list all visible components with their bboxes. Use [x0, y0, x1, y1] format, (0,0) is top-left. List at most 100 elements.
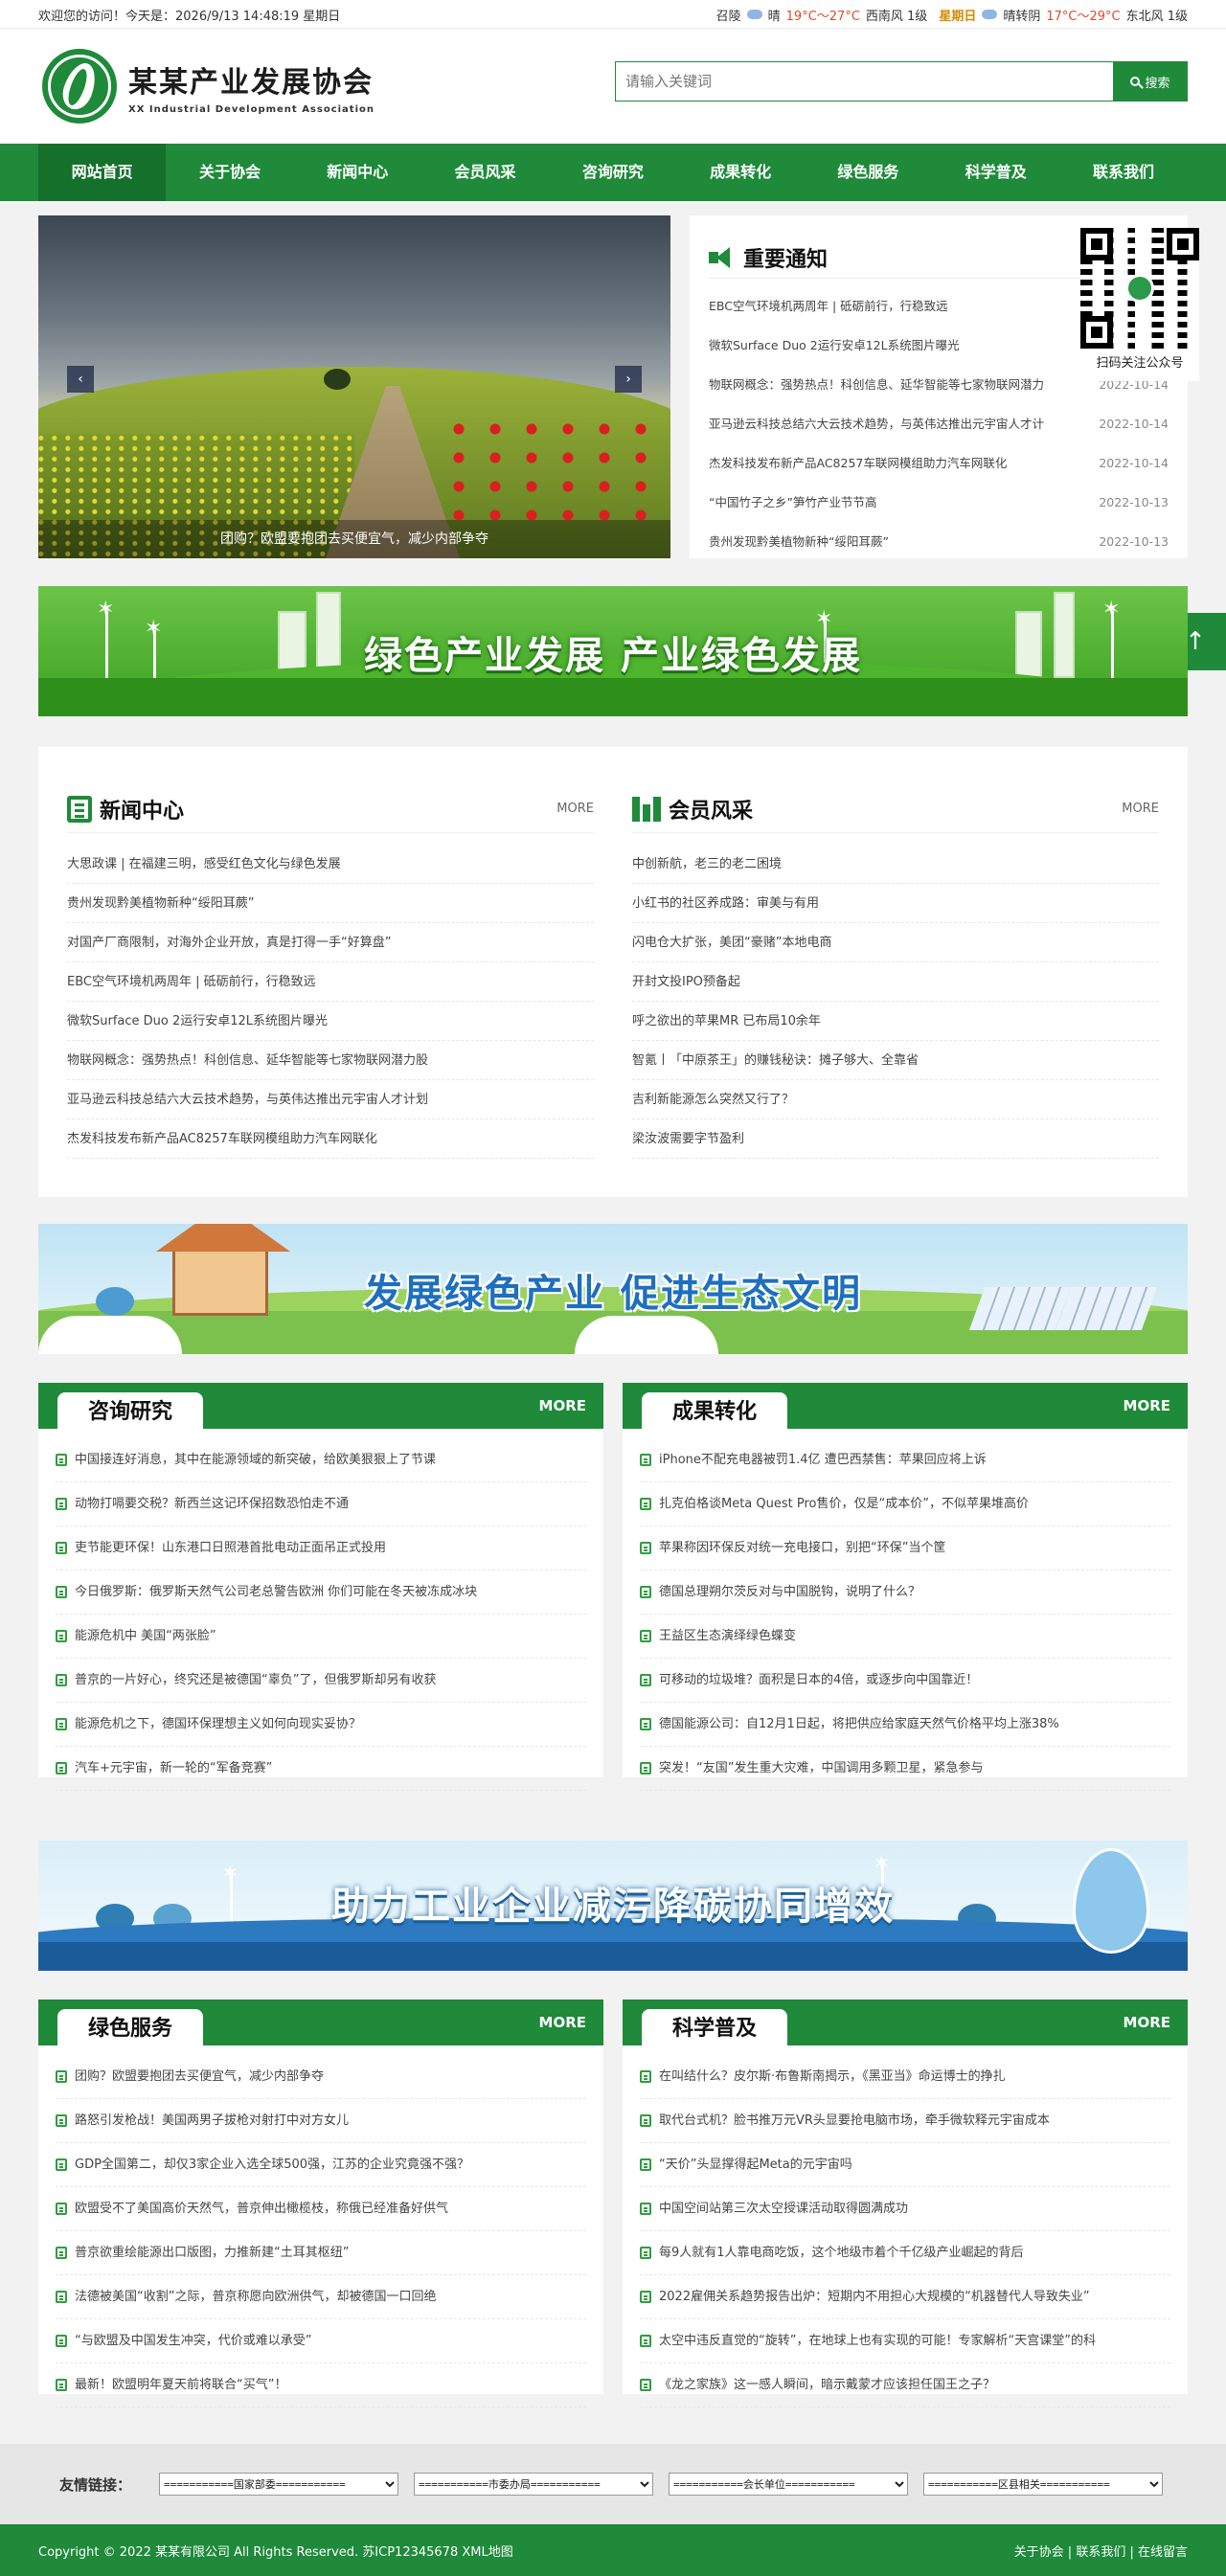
notice-item[interactable]: 贵州发现黔美植物新种“绥阳耳蕨” 2022-10-13: [709, 522, 1169, 561]
nav-item-consult[interactable]: 咨询研究: [549, 144, 676, 201]
list-item[interactable]: 中创新航，老三的老二困境: [632, 845, 1159, 884]
list-item[interactable]: 王益区生态演绎绿色蝶变: [640, 1615, 1170, 1659]
list-item[interactable]: 突发！“友国”发生重大灾难，中国调用多颗卫星，紧急参与: [640, 1747, 1170, 1791]
list-item[interactable]: 德国能源公司：自12月1日起，将把供应给家庭天然气价格平均上涨38%: [640, 1703, 1170, 1747]
consult-more-link[interactable]: MORE: [539, 1383, 586, 1429]
results-list: iPhone不配充电器被罚1.4亿 遭巴西禁售：苹果回应将上诉 扎克伯格谈Meta…: [623, 1429, 1188, 1791]
list-item[interactable]: 大思政课 | 在福建三明，感受红色文化与绿色发展: [67, 845, 594, 884]
list-item[interactable]: 动物打嗝要交税？新西兰这记环保招数恐怕走不通: [56, 1482, 586, 1526]
list-item[interactable]: 吉利新能源怎么突然又行了？: [632, 1080, 1159, 1119]
list-item[interactable]: 微软Surface Duo 2运行安卓12L系统图片曝光: [67, 1002, 594, 1041]
list-item[interactable]: 普京欲重绘能源出口版图，力推新建“土耳其枢纽”: [56, 2231, 586, 2275]
nav-item-news[interactable]: 新闻中心: [294, 144, 421, 201]
list-item[interactable]: 每9人就有1人靠电商吃饭，这个地级市着个千亿级产业崛起的背后: [640, 2231, 1170, 2275]
list-item[interactable]: 取代台式机？脸书推万元VR头显要抢电脑市场，牵手微软释元宇宙成本: [640, 2099, 1170, 2143]
list-item[interactable]: 能源危机之下，德国环保理想主义如何向现实妥协？: [56, 1703, 586, 1747]
green-more-link[interactable]: MORE: [539, 2000, 586, 2045]
list-item[interactable]: 团购？欧盟要抱团去买便宜气，减少内部争夺: [56, 2055, 586, 2099]
list-item-title: “与欧盟及中国发生冲突，代价或难以承受”: [75, 2333, 312, 2348]
list-item[interactable]: 能源危机中 美国“两张脸”: [56, 1615, 586, 1659]
weather-wind: 西南风 1级: [865, 9, 928, 24]
nav-item-about[interactable]: 关于协会: [166, 144, 293, 201]
list-item[interactable]: 杰发科技发布新产品AC8257车联网模组助力汽车网联化: [67, 1119, 594, 1159]
list-item[interactable]: “与欧盟及中国发生冲突，代价或难以承受”: [56, 2319, 586, 2363]
list-item[interactable]: 德国总理朔尔茨反对与中国脱钩，说明了什么？: [640, 1570, 1170, 1615]
news-more-link[interactable]: MORE: [556, 802, 594, 816]
members-more-link[interactable]: MORE: [1122, 802, 1159, 816]
notice-item-date: 2022-10-13: [1099, 495, 1169, 509]
list-item[interactable]: 法德被美国“收割”之际，普京称愿向欧洲供气，却被德国一口回绝: [56, 2275, 586, 2319]
site-logo[interactable]: 某某产业发展协会 XX Industrial Development Assoc…: [38, 49, 375, 124]
list-item[interactable]: GDP全国第二，却仅3家企业入选全球500强，江苏的企业究竟强不强？: [56, 2143, 586, 2187]
nav-item-home[interactable]: 网站首页: [38, 144, 167, 201]
list-item[interactable]: 在叫结什么？皮尔斯·布鲁斯南揭示，《黑亚当》命运博士的挣扎: [640, 2055, 1170, 2099]
friend-select-city[interactable]: ===========市委办局===========: [414, 2473, 653, 2496]
science-more-link[interactable]: MORE: [1124, 2000, 1170, 2045]
friend-select-president[interactable]: ===========会长单位===========: [669, 2473, 908, 2496]
banner-ecology[interactable]: 发展绿色产业 促进生态文明: [38, 1224, 1188, 1354]
nav-item-contact[interactable]: 联系我们: [1059, 144, 1187, 201]
image-slider[interactable]: ‹ › 团购？欧盟要抱团去买便宜气，减少内部争夺: [38, 215, 670, 558]
banner-title: 绿色产业发展 产业绿色发展: [364, 634, 862, 678]
list-item[interactable]: 亚马逊云科技总结六大云技术趋势，与英伟达推出元宇宙人才计划: [67, 1080, 594, 1119]
footer-link-contact[interactable]: 联系我们: [1076, 2545, 1125, 2560]
banner-green-industry[interactable]: 绿色产业发展 产业绿色发展: [38, 586, 1188, 716]
xml-sitemap-link[interactable]: XML地图: [462, 2545, 512, 2560]
list-item[interactable]: 对国产厂商限制，对海外企业开放，真是打得一手“好算盘”: [67, 923, 594, 962]
list-item[interactable]: 欧盟受不了美国高价天然气，普京伸出橄榄枝，称俄已经准备好供气: [56, 2187, 586, 2231]
results-more-link[interactable]: MORE: [1124, 1383, 1170, 1429]
list-item[interactable]: “天价”头显撑得起Meta的元宇宙吗: [640, 2143, 1170, 2187]
nav-item-results[interactable]: 成果转化: [676, 144, 804, 201]
list-item[interactable]: 呼之欲出的苹果MR 已布局10余年: [632, 1002, 1159, 1041]
footer-link-about[interactable]: 关于协会: [1014, 2545, 1064, 2560]
list-item[interactable]: 中国接连好消息，其中在能源领域的新突破，给欧美狠狠上了节课: [56, 1438, 586, 1482]
list-item[interactable]: 开封文投IPO预备起: [632, 962, 1159, 1002]
slider-prev-button[interactable]: ‹: [67, 366, 94, 393]
search-bar: 搜索: [615, 61, 1188, 102]
list-item[interactable]: 普京的一片好心，终究还是被德国“辜负”了，但俄罗斯却另有收获: [56, 1659, 586, 1703]
doc-icon: [56, 2291, 67, 2303]
nav-item-green[interactable]: 绿色服务: [805, 144, 932, 201]
list-item-title: 在叫结什么？皮尔斯·布鲁斯南揭示，《黑亚当》命运博士的挣扎: [659, 2068, 1006, 2084]
list-item[interactable]: 2022雇佣关系趋势报告出炉：短期内不用担心大规模的“机器替代人导致失业”: [640, 2275, 1170, 2319]
doc-icon: [56, 1674, 67, 1686]
list-item[interactable]: 今日俄罗斯：俄罗斯天然气公司老总警告欧洲 你们可能在冬天被冻成冰块: [56, 1570, 586, 1615]
slider-next-button[interactable]: ›: [615, 366, 642, 393]
list-item[interactable]: 汽车+元宇宙，新一轮的“军备竞赛”: [56, 1747, 586, 1791]
list-item[interactable]: 路怒引发枪战！美国两男子拔枪对射打中对方女儿: [56, 2099, 586, 2143]
logo-leaf-icon: [42, 49, 117, 124]
notice-item-date: 2022-10-13: [1099, 534, 1169, 549]
list-item[interactable]: 物联网概念：强势热点！科创信息、延华智能等七家物联网潜力股: [67, 1041, 594, 1080]
list-item[interactable]: iPhone不配充电器被罚1.4亿 遭巴西禁售：苹果回应将上诉: [640, 1438, 1170, 1482]
notice-item[interactable]: 杰发科技发布新产品AC8257车联网模组助力汽车网联化 2022-10-14: [709, 443, 1169, 483]
notice-item[interactable]: “中国竹子之乡”笋竹产业节节高 2022-10-13: [709, 483, 1169, 522]
list-item[interactable]: 扎克伯格谈Meta Quest Pro售价，仅是“成本价”，不似苹果堆高价: [640, 1482, 1170, 1526]
notice-item-title: 亚马逊云科技总结六大云技术趋势，与英伟达推出元宇宙人才计: [709, 417, 1045, 431]
list-item[interactable]: 中国空间站第三次太空授课活动取得圆满成功: [640, 2187, 1170, 2231]
search-button[interactable]: 搜索: [1113, 61, 1188, 102]
footer-link-message[interactable]: 在线留言: [1138, 2545, 1188, 2560]
search-input[interactable]: [615, 61, 1113, 102]
list-item[interactable]: 可移动的垃圾堆？面积是日本的4倍，或逐步向中国靠近！: [640, 1659, 1170, 1703]
nav-item-science[interactable]: 科学普及: [932, 144, 1059, 201]
list-item[interactable]: 梁汝波需要字节盈利: [632, 1119, 1159, 1159]
slider-caption[interactable]: 团购？欧盟要抱团去买便宜气，减少内部争夺: [38, 520, 670, 558]
list-item[interactable]: 小红书的社区养成路：审美与有用: [632, 884, 1159, 923]
list-item[interactable]: EBC空气环境机两周年 | 砥砺前行，行稳致远: [67, 962, 594, 1002]
list-item[interactable]: 吏节能更环保！山东港口日照港首批电动正面吊正式投用: [56, 1526, 586, 1570]
weather-temp: 17°C～29°C: [1046, 9, 1121, 24]
list-item[interactable]: 《龙之家族》这一感人瞬间，暗示戴蒙才应该担任国王之子？: [640, 2363, 1170, 2407]
list-item[interactable]: 智氪丨「中原茶王」的赚钱秘诀：摊子够大、全靠省: [632, 1041, 1159, 1080]
list-item[interactable]: 最新！欧盟明年夏天前将联合“买气”！: [56, 2363, 586, 2407]
list-item[interactable]: 闪电仓大扩张，美团“豪赌”本地电商: [632, 923, 1159, 962]
list-item[interactable]: 贵州发现黔美植物新种“绥阳耳蕨”: [67, 884, 594, 923]
notice-item-title: EBC空气环境机两周年 | 砥砺前行，行稳致远: [709, 299, 948, 313]
friend-select-county[interactable]: ===========区县相关===========: [923, 2473, 1163, 2496]
cloud-icon: [982, 10, 998, 19]
friend-select-ministries[interactable]: ===========国家部委===========: [159, 2473, 398, 2496]
list-item[interactable]: 太空中违反直觉的“旋转”，在地球上也有实现的可能！专家解析“天宫课堂”的科: [640, 2319, 1170, 2363]
nav-item-members[interactable]: 会员风采: [421, 144, 549, 201]
list-item[interactable]: 苹果称因环保反对统一充电接口，别把“环保”当个筐: [640, 1526, 1170, 1570]
notice-item[interactable]: 亚马逊云科技总结六大云技术趋势，与英伟达推出元宇宙人才计 2022-10-14: [709, 404, 1169, 443]
banner-carbon[interactable]: 助力工业企业减污降碳协同增效: [38, 1841, 1188, 1971]
